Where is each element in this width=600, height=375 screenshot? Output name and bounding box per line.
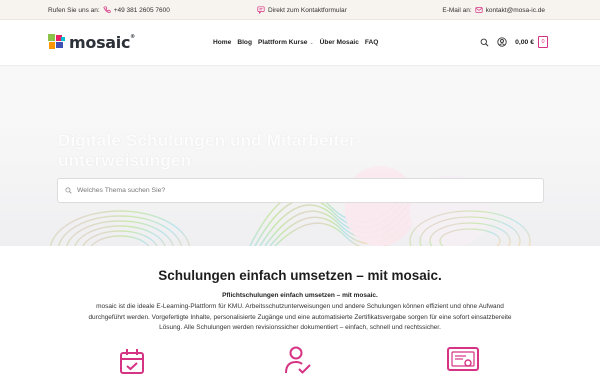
nav-item-home[interactable]: Home xyxy=(213,39,231,46)
phone-link[interactable]: +49 381 2605 7600 xyxy=(114,7,170,14)
user-icon[interactable] xyxy=(497,37,507,47)
email-link[interactable]: kontakt@mosa-ic.de xyxy=(486,7,545,14)
hero-title: Digitale Schulungen und Mitarbeiter-unte… xyxy=(58,131,362,170)
feature-icons xyxy=(0,344,600,375)
intro-section: Schulungen einfach umsetzen – mit mosaic… xyxy=(0,246,600,375)
phone-label: Rufen Sie uns an: xyxy=(48,6,100,14)
search-icon[interactable] xyxy=(480,38,489,47)
chat-icon xyxy=(257,6,265,14)
phone-icon xyxy=(103,6,111,13)
cart-link[interactable]: 0,00 € 0 xyxy=(515,36,548,48)
mail-icon xyxy=(475,7,483,13)
cart-count-badge: 0 xyxy=(538,36,548,48)
nav-item-plattform-kurse[interactable]: Plattform Kurse ⌄ xyxy=(258,39,314,46)
search-icon xyxy=(65,187,72,194)
nav-item-faq[interactable]: FAQ xyxy=(365,39,379,46)
person-check-icon xyxy=(285,346,311,374)
chevron-down-icon: ⌄ xyxy=(309,40,314,46)
search-input[interactable] xyxy=(77,187,517,194)
section-body: mosaic ist die ideale E-Learning-Plattfo… xyxy=(88,303,512,331)
logo-text: mosaic xyxy=(69,33,131,52)
cart-total: 0,00 € xyxy=(515,38,534,46)
phone-info: Rufen Sie uns an: +49 381 2605 7600 xyxy=(48,6,170,14)
search-bar[interactable] xyxy=(57,178,544,203)
hero-section: Digitale Schulungen und Mitarbeiter-unte… xyxy=(0,66,600,246)
calendar-icon xyxy=(120,349,144,374)
section-heading: Schulungen einfach umsetzen – mit mosaic… xyxy=(158,268,442,283)
main-nav: Home Blog Plattform Kurse ⌄ Über Mosaic F… xyxy=(213,39,378,46)
logo-registered-mark: ® xyxy=(130,34,135,40)
site-header: mosaic® Home Blog Plattform Kurse ⌄ Über … xyxy=(0,20,600,66)
logo-mark-icon xyxy=(48,33,66,52)
contact-form-link[interactable]: Direkt zum Kontaktformular xyxy=(254,6,347,14)
email-info: E-Mail an: kontakt@mosa-ic.de xyxy=(442,6,545,14)
nav-item-ueber-mosaic[interactable]: Über Mosaic xyxy=(320,39,359,46)
nav-item-label: Plattform Kurse xyxy=(257,39,308,46)
logo[interactable]: mosaic® xyxy=(48,33,135,52)
email-label: E-Mail an: xyxy=(442,6,472,14)
top-bar: Rufen Sie uns an: +49 381 2605 7600 Dire… xyxy=(0,0,600,20)
section-lead: Pflichtschulungen einfach umsetzen – mit… xyxy=(222,292,378,299)
header-actions: 0,00 € 0 xyxy=(480,36,548,48)
nav-item-blog[interactable]: Blog xyxy=(237,39,252,46)
contact-form-label[interactable]: Direkt zum Kontaktformular xyxy=(268,7,347,14)
certificate-icon xyxy=(447,347,479,371)
